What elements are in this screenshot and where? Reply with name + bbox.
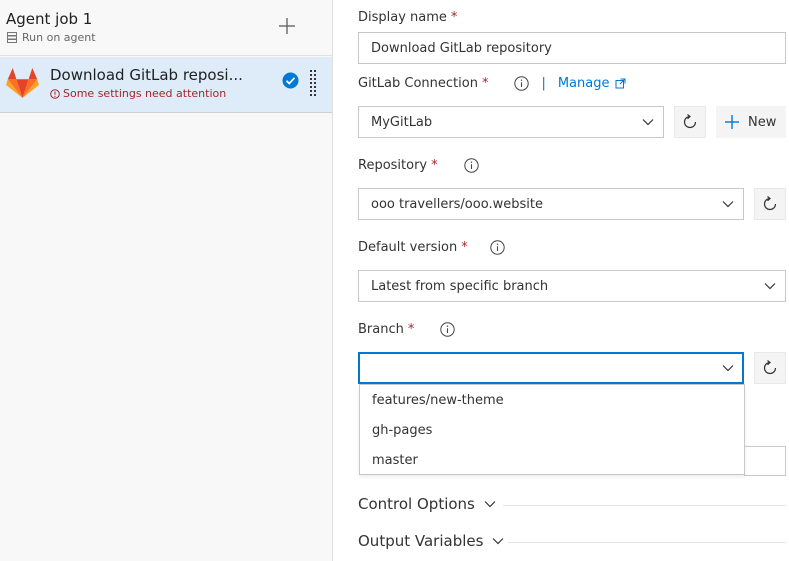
- branch-dropdown-list: features/new-theme gh-pages master: [359, 384, 745, 475]
- agent-job-title: Agent job 1: [6, 10, 93, 28]
- required-marker: *: [461, 240, 468, 255]
- branch-label-text: Branch: [358, 322, 404, 337]
- section-divider: [503, 505, 786, 506]
- repository-value: ooo travellers/ooo.website: [371, 196, 543, 212]
- default-version-label: Default version *: [358, 240, 505, 255]
- agent-job-header[interactable]: Agent job 1 Run on agent: [0, 0, 332, 56]
- enabled-check-icon[interactable]: [282, 72, 299, 89]
- repository-select[interactable]: ooo travellers/ooo.website: [358, 188, 744, 220]
- drag-handle-icon[interactable]: [309, 69, 317, 99]
- refresh-connection-button[interactable]: [674, 106, 706, 138]
- chevron-down-icon: [492, 538, 504, 545]
- branch-option[interactable]: gh-pages: [360, 415, 744, 445]
- hidden-input-field[interactable]: [744, 446, 786, 476]
- section-divider: [508, 542, 786, 543]
- branch-select[interactable]: [358, 352, 744, 384]
- manage-link[interactable]: Manage: [558, 76, 627, 91]
- refresh-icon: [683, 114, 697, 129]
- required-marker: *: [407, 322, 415, 337]
- repository-label-text: Repository: [358, 158, 428, 173]
- gitlab-connection-label: GitLab Connection * | Manage: [358, 76, 626, 91]
- display-name-label: Display name *: [358, 10, 457, 25]
- gitlab-logo-icon: [6, 68, 39, 98]
- external-link-icon: [615, 78, 626, 89]
- required-marker: *: [450, 10, 458, 25]
- new-connection-button[interactable]: New: [716, 106, 786, 138]
- chevron-down-icon: [722, 365, 734, 372]
- control-options-toggle[interactable]: Control Options: [358, 495, 497, 513]
- agent-job-subtitle: Run on agent: [7, 31, 96, 44]
- branch-option[interactable]: master: [360, 445, 744, 475]
- gitlab-connection-select[interactable]: MyGitLab: [358, 106, 664, 138]
- repository-label: Repository *: [358, 158, 479, 173]
- chevron-down-icon: [642, 119, 654, 126]
- gitlab-connection-label-text: GitLab Connection: [358, 76, 478, 91]
- branch-option[interactable]: features/new-theme: [360, 385, 744, 415]
- output-variables-toggle[interactable]: Output Variables: [358, 532, 505, 550]
- refresh-branch-button[interactable]: [754, 352, 786, 384]
- chevron-down-icon: [722, 201, 734, 208]
- refresh-repository-button[interactable]: [754, 188, 786, 220]
- gitlab-connection-value: MyGitLab: [371, 114, 433, 130]
- left-pane: Agent job 1 Run on agent Download GitLab…: [0, 0, 333, 561]
- server-icon: [7, 32, 17, 43]
- plus-icon: [725, 115, 739, 129]
- control-options-label: Control Options: [358, 495, 475, 513]
- chevron-down-icon: [764, 283, 776, 290]
- info-icon[interactable]: [440, 322, 456, 337]
- default-version-value: Latest from specific branch: [371, 278, 549, 294]
- task-title: Download GitLab reposi...: [50, 66, 243, 84]
- task-warning-text: Some settings need attention: [63, 87, 227, 100]
- new-connection-label: New: [748, 114, 777, 130]
- agent-job-subtitle-text: Run on agent: [22, 31, 96, 44]
- display-name-label-text: Display name: [358, 10, 447, 25]
- add-task-icon[interactable]: [275, 14, 299, 38]
- info-icon[interactable]: [514, 76, 530, 91]
- task-warning: Some settings need attention: [50, 87, 226, 100]
- refresh-icon: [763, 360, 777, 375]
- refresh-icon: [763, 196, 777, 211]
- separator: |: [541, 76, 546, 91]
- required-marker: *: [431, 158, 438, 173]
- chevron-down-icon: [484, 501, 496, 508]
- default-version-label-text: Default version: [358, 240, 458, 255]
- warning-circle-icon: [50, 88, 60, 99]
- default-version-select[interactable]: Latest from specific branch: [358, 270, 786, 302]
- branch-label: Branch *: [358, 322, 456, 337]
- info-icon[interactable]: [463, 158, 479, 173]
- output-variables-label: Output Variables: [358, 532, 484, 550]
- manage-link-text: Manage: [557, 76, 610, 91]
- info-icon[interactable]: [490, 240, 505, 255]
- required-marker: *: [481, 76, 489, 91]
- display-name-input[interactable]: [358, 32, 786, 64]
